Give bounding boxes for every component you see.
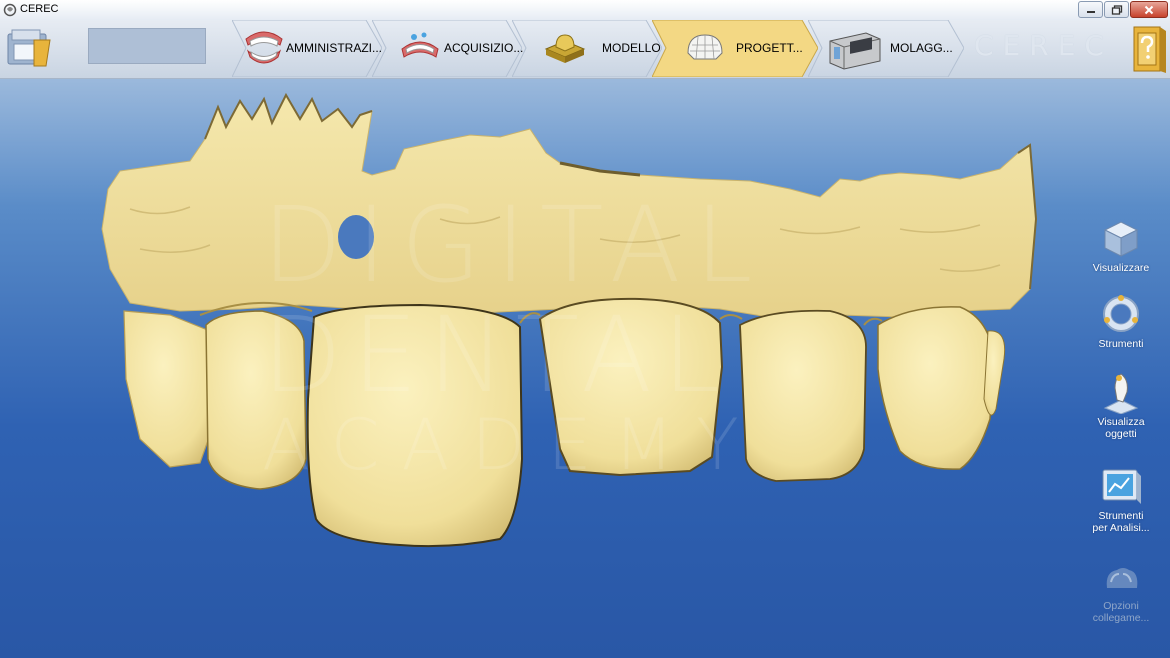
link-options-button: Opzioni collegame... [1081,562,1161,624]
view-objects-button[interactable]: Visualizza oggetti [1081,370,1161,440]
menu-folder-icon[interactable] [4,26,52,72]
milling-unit-icon [829,32,881,70]
step-administration[interactable]: AMMINISTRAZI... [232,20,382,77]
3d-viewport[interactable]: DIGITAL DENTAL ACADEMY [0,79,1170,658]
dental-model-3d[interactable] [0,79,1170,658]
close-icon [1144,5,1154,14]
minimize-button[interactable] [1078,1,1103,18]
step-label: AMMINISTRAZI... [286,41,382,55]
step-milling[interactable]: MOLAGG... [808,20,964,77]
label-line: Opzioni [1103,600,1139,612]
minimize-icon [1086,10,1095,13]
restore-button[interactable] [1104,1,1129,18]
restore-icon [1111,4,1122,15]
patient-name-field[interactable] [88,28,206,64]
tools-button[interactable]: Strumenti [1081,292,1161,350]
label-line: oggetti [1105,428,1137,440]
view-label: Visualizzare [1092,262,1150,274]
analysis-tools-button[interactable]: Strumenti per Analisi... [1081,464,1161,534]
step-model[interactable]: MODELLO [512,20,662,77]
help-icon[interactable] [1130,23,1168,75]
step-design[interactable]: PROGETT... [652,20,818,77]
scan-arch-icon [401,32,439,58]
design-crown-icon [687,34,723,60]
step-label: PROGETT... [736,41,803,55]
step-acquisition[interactable]: ACQUISIZIO... [372,20,523,77]
step-label: MOLAGG... [890,41,953,55]
analysis-tools-label: Strumenti per Analisi... [1081,510,1161,534]
title-bar: CEREC [0,0,1170,21]
cerec-brand-logo: CEREC [974,29,1113,62]
view-cube-icon [1103,221,1139,257]
tools-ring-icon [1103,295,1139,332]
label-line: Visualizza [1097,416,1145,428]
analysis-tools-icon [1102,469,1141,504]
close-button[interactable] [1130,1,1168,18]
app-icon [3,3,17,17]
model-tooth-icon [544,34,586,63]
view-objects-label: Visualizza oggetti [1081,416,1161,440]
label-line: collegame... [1092,612,1150,624]
view-button[interactable]: Visualizzare [1081,216,1161,274]
label-line: per Analisi... [1092,522,1150,534]
tools-label: Strumenti [1098,338,1144,350]
label-line: Strumenti [1098,510,1144,522]
window-title: CEREC [20,3,59,15]
dentures-icon [245,31,283,64]
view-objects-icon [1103,373,1139,414]
workflow-toolbar: AMMINISTRAZI... ACQUISIZIO... MODELLO PR… [0,20,1170,79]
link-options-label: Opzioni collegame... [1081,600,1161,624]
link-options-icon [1106,568,1138,588]
